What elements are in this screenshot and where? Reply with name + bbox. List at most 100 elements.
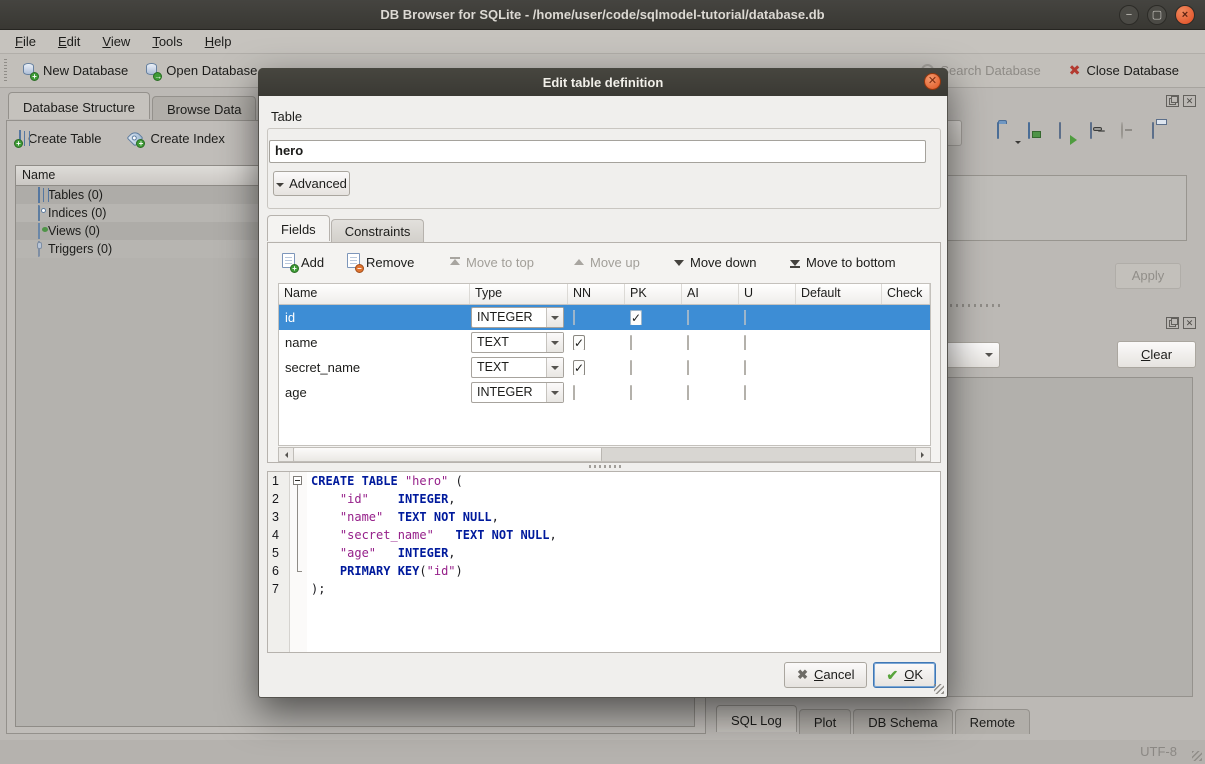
minimize-icon[interactable]: − — [1119, 5, 1139, 25]
fold-gutter[interactable] — [290, 580, 307, 598]
link-icon[interactable] — [1090, 123, 1110, 143]
sql-preview[interactable]: 1CREATE TABLE "hero" (2 "id" INTEGER,3 "… — [267, 471, 941, 653]
column-header-default[interactable]: Default — [796, 284, 882, 304]
export-icon[interactable] — [1059, 123, 1079, 143]
fold-gutter[interactable] — [290, 490, 307, 508]
fold-collapse-icon[interactable] — [293, 476, 302, 485]
remove-cell-icon[interactable] — [1121, 123, 1141, 143]
type-combo[interactable]: INTEGER — [471, 307, 564, 328]
dock-close-icon[interactable]: ✕ — [1183, 95, 1196, 107]
menu-help[interactable]: Help — [194, 32, 243, 51]
type-combo[interactable]: TEXT — [471, 332, 564, 353]
field-row-age[interactable]: ageINTEGER — [279, 380, 930, 405]
dock-float-icon[interactable] — [1166, 317, 1179, 329]
menu-file[interactable]: File — [4, 32, 47, 51]
chevron-down-icon[interactable] — [546, 383, 563, 402]
close-icon[interactable]: × — [1175, 5, 1195, 25]
u-checkbox[interactable] — [744, 310, 746, 325]
field-name-cell[interactable]: name — [279, 335, 470, 350]
chevron-down-icon[interactable] — [546, 358, 563, 377]
window-titlebar[interactable]: DB Browser for SQLite - /home/user/code/… — [0, 0, 1205, 30]
pk-checkbox[interactable] — [630, 335, 632, 350]
field-row-secret_name[interactable]: secret_nameTEXT ✓ — [279, 355, 930, 380]
chevron-down-icon[interactable] — [546, 333, 563, 352]
close-database-button[interactable]: ✖ Close Database — [1061, 58, 1187, 83]
cancel-button[interactable]: ✖ Cancel — [784, 662, 867, 688]
horizontal-scrollbar[interactable] — [278, 447, 931, 462]
dialog-close-icon[interactable]: ✕ — [924, 73, 941, 90]
scroll-right-icon[interactable] — [915, 448, 930, 461]
sql-splitter-handle[interactable] — [589, 465, 623, 468]
tab-constraints[interactable]: Constraints — [331, 219, 425, 243]
u-checkbox[interactable] — [744, 385, 746, 400]
tab-db-schema[interactable]: DB Schema — [853, 709, 952, 734]
tab-database-structure[interactable]: Database Structure — [8, 92, 150, 119]
open-database-button[interactable]: → Open Database — [136, 59, 265, 83]
toolbar-grip[interactable] — [4, 59, 7, 83]
open-file-icon[interactable] — [997, 123, 1017, 143]
maximize-icon[interactable]: ▢ — [1147, 5, 1167, 25]
text-block-icon[interactable] — [966, 123, 986, 143]
dock-float-icon[interactable] — [1166, 95, 1179, 107]
ok-button[interactable]: ✔ OK — [873, 662, 936, 688]
scrollbar-thumb[interactable] — [294, 448, 602, 461]
advanced-button[interactable]: Advanced — [273, 171, 350, 196]
column-header-u[interactable]: U — [739, 284, 796, 304]
save-file-icon[interactable] — [1028, 123, 1048, 143]
ai-checkbox[interactable] — [687, 360, 689, 375]
dialog-resize-grip[interactable] — [934, 684, 944, 694]
field-row-id[interactable]: idINTEGER ✓ — [279, 305, 930, 330]
type-combo[interactable]: TEXT — [471, 357, 564, 378]
ai-checkbox[interactable] — [687, 385, 689, 400]
ai-checkbox[interactable] — [687, 310, 689, 325]
nn-checkbox[interactable]: ✓ — [573, 360, 585, 375]
tab-fields[interactable]: Fields — [267, 215, 330, 241]
scroll-left-icon[interactable] — [279, 448, 294, 461]
field-row-name[interactable]: nameTEXT ✓ — [279, 330, 930, 355]
field-name-cell[interactable]: age — [279, 385, 470, 400]
table-name-input[interactable]: hero — [269, 140, 926, 163]
dialog-titlebar[interactable]: Edit table definition ✕ — [258, 68, 948, 96]
menu-view[interactable]: View — [91, 32, 141, 51]
pk-checkbox[interactable]: ✓ — [630, 310, 642, 325]
clear-button[interactable]: Clear — [1117, 341, 1196, 368]
encoding-indicator[interactable]: UTF-8 — [1140, 744, 1177, 759]
field-name-cell[interactable]: id — [279, 310, 470, 325]
tab-remote[interactable]: Remote — [955, 709, 1031, 734]
type-combo[interactable]: INTEGER — [471, 382, 564, 403]
new-database-button[interactable]: + New Database — [13, 59, 136, 83]
ai-checkbox[interactable] — [687, 335, 689, 350]
pk-checkbox[interactable] — [630, 360, 632, 375]
print-icon[interactable] — [1152, 123, 1172, 143]
move-down-button[interactable]: Move down — [674, 249, 756, 275]
add-button[interactable]: +Add — [282, 249, 324, 275]
column-header-nn[interactable]: NN — [568, 284, 625, 304]
grid-header-row[interactable]: NameTypeNNPKAIUDefaultCheck — [279, 284, 930, 305]
u-checkbox[interactable] — [744, 335, 746, 350]
fold-gutter[interactable] — [290, 526, 307, 544]
column-header-type[interactable]: Type — [470, 284, 568, 304]
move-to-bottom-button[interactable]: Move to bottom — [790, 249, 896, 275]
tab-browse-data[interactable]: Browse Data — [152, 96, 256, 121]
tab-sql-log[interactable]: SQL Log — [716, 705, 797, 732]
nn-checkbox[interactable] — [573, 385, 575, 400]
nn-checkbox[interactable] — [573, 310, 575, 325]
create-index-button[interactable]: + Create Index — [127, 130, 224, 146]
fold-gutter[interactable] — [290, 562, 307, 580]
menu-edit[interactable]: Edit — [47, 32, 91, 51]
pk-checkbox[interactable] — [630, 385, 632, 400]
column-header-ai[interactable]: AI — [682, 284, 739, 304]
fold-gutter[interactable] — [290, 472, 307, 490]
dock-close-icon[interactable]: ✕ — [1183, 317, 1196, 329]
create-table-button[interactable]: + Create Table — [19, 131, 101, 146]
menu-tools[interactable]: Tools — [141, 32, 193, 51]
remove-button[interactable]: –Remove — [347, 249, 414, 275]
chevron-down-icon[interactable] — [546, 308, 563, 327]
column-header-check[interactable]: Check — [882, 284, 930, 304]
tab-plot[interactable]: Plot — [799, 709, 851, 734]
u-checkbox[interactable] — [744, 360, 746, 375]
nn-checkbox[interactable]: ✓ — [573, 335, 585, 350]
column-header-pk[interactable]: PK — [625, 284, 682, 304]
field-name-cell[interactable]: secret_name — [279, 360, 470, 375]
column-header-name[interactable]: Name — [279, 284, 470, 304]
